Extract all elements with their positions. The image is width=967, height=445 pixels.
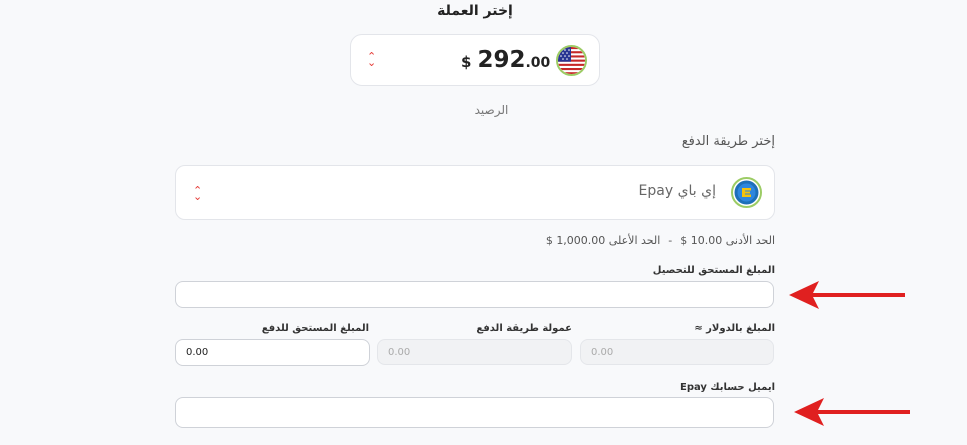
- payment-fee-label: عمولة طريقة الدفع: [476, 323, 572, 334]
- amount-usd-input[interactable]: [580, 339, 774, 365]
- us-flag-icon: [556, 45, 587, 76]
- red-arrow-icon: [794, 398, 910, 426]
- currency-select[interactable]: ⌃ ⌄ $292.00: [350, 34, 600, 86]
- account-email-input[interactable]: [175, 397, 774, 428]
- amount-whole: 292: [477, 47, 526, 73]
- account-email-label: ايميل حسابك Epay: [679, 382, 775, 393]
- payment-method-select[interactable]: ⌃ ⌄ إي باي Epay: [175, 165, 775, 220]
- payment-limits: الحد الأدنى 10.00 $-الحد الأعلى 1,000.00…: [546, 234, 775, 247]
- amount-collect-label: المبلغ المستحق للتحصيل: [652, 265, 775, 276]
- select-arrows-icon: ⌃ ⌄: [193, 184, 203, 203]
- limits-separator: -: [668, 234, 673, 247]
- red-arrow-icon: [789, 281, 905, 309]
- payment-method-selected: إي باي Epay: [638, 183, 716, 199]
- select-arrows-icon: ⌃ ⌄: [367, 50, 377, 69]
- amount-decimal: .00: [525, 55, 551, 71]
- amount-pay-input[interactable]: [175, 339, 370, 366]
- amount-pay-label: المبلغ المستحق للدفع: [261, 323, 369, 334]
- payment-fee-input[interactable]: [377, 339, 572, 365]
- currency-section-title: إختر العملة: [437, 3, 513, 19]
- balance-label: الرصيد: [474, 103, 509, 117]
- amount-collect-input[interactable]: [175, 281, 774, 308]
- min-limit: الحد الأدنى 10.00 $: [680, 234, 775, 247]
- balance-amount: $292.00: [461, 47, 550, 73]
- epay-logo-icon: [731, 177, 762, 208]
- amount-usd-label: المبلغ بالدولار ≈: [694, 323, 775, 334]
- currency-symbol: $: [461, 53, 472, 71]
- max-limit: الحد الأعلى 1,000.00 $: [545, 234, 661, 247]
- payment-method-title: إختر طريقة الدفع: [681, 134, 775, 149]
